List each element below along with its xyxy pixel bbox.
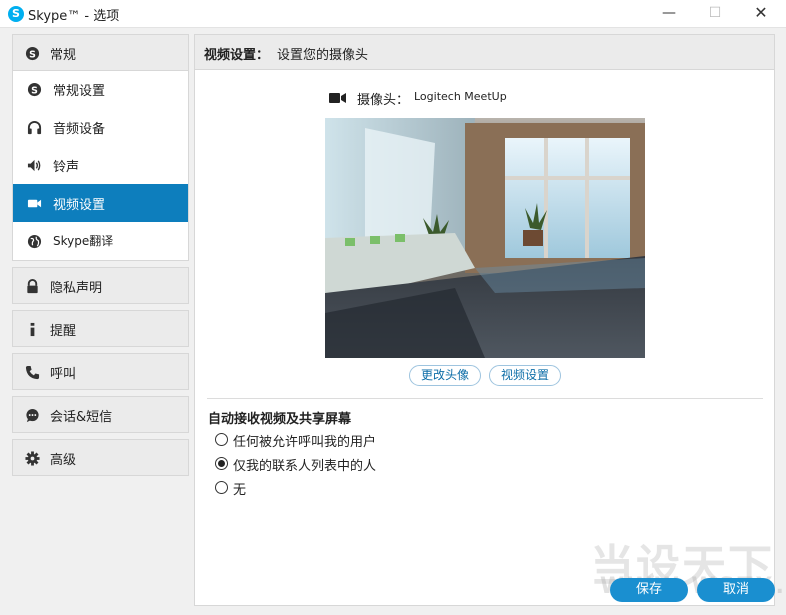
panel-header-subtitle: 设置您的摄像头	[277, 48, 369, 63]
radio-selected-dot	[218, 460, 225, 467]
skype-logo-icon: S	[8, 6, 24, 22]
sidebar: S 常规 S 常规设置 音频设备 铃声 视频设置 Skype翻译 隐私声明 提醒	[12, 34, 189, 482]
camera-label: 摄像头：	[357, 93, 410, 108]
radio-button[interactable]	[215, 433, 228, 446]
camera-select[interactable]: Logitech MeetUp	[414, 90, 507, 103]
sidebar-section-label: 高级	[50, 453, 77, 468]
close-button[interactable]: ✕	[739, 2, 783, 24]
sidebar-section-general[interactable]: S 常规	[12, 34, 189, 71]
sidebar-section-privacy[interactable]: 隐私声明	[12, 267, 189, 304]
skype-icon: S	[25, 46, 40, 60]
sidebar-section-notifications[interactable]: 提醒	[12, 310, 189, 347]
info-icon	[30, 322, 35, 337]
chat-icon	[26, 408, 39, 423]
sidebar-section-label: 呼叫	[50, 367, 77, 382]
sidebar-item-skype-translator[interactable]: Skype翻译	[13, 222, 188, 260]
minimize-button[interactable]: —	[647, 2, 691, 24]
sidebar-section-advanced[interactable]: 高级	[12, 439, 189, 476]
sidebar-item-label: 音频设备	[53, 122, 106, 137]
sidebar-item-ringtones[interactable]: 铃声	[13, 146, 188, 184]
camera-preview	[325, 118, 645, 358]
radio-label: 无	[233, 483, 247, 498]
sidebar-section-label: 会话&短信	[50, 410, 113, 425]
gear-icon	[25, 451, 40, 466]
panel-header: 视频设置： 设置您的摄像头	[195, 35, 774, 70]
svg-text:S: S	[29, 49, 36, 60]
auto-receive-title: 自动接收视频及共享屏幕	[208, 412, 352, 427]
sidebar-item-label: Skype翻译	[53, 234, 114, 248]
radio-button[interactable]	[215, 481, 228, 494]
sidebar-section-label: 隐私声明	[50, 281, 103, 296]
sidebar-item-video-settings[interactable]: 视频设置	[13, 184, 188, 222]
radio-label: 任何被允许呼叫我的用户	[233, 435, 377, 450]
sidebar-item-label: 铃声	[53, 160, 80, 175]
globe-icon	[27, 234, 42, 249]
video-settings-button[interactable]: 视频设置	[489, 365, 561, 386]
sidebar-section-calls[interactable]: 呼叫	[12, 353, 189, 390]
lock-icon	[27, 279, 38, 294]
sidebar-item-audio-devices[interactable]: 音频设备	[13, 108, 188, 146]
radio-label: 仅我的联系人列表中的人	[233, 459, 377, 474]
cancel-button[interactable]: 取消	[697, 578, 775, 602]
video-settings-panel: 视频设置： 设置您的摄像头 摄像头： Logitech MeetUp 更改头像 …	[194, 34, 775, 606]
video-camera-icon	[27, 199, 42, 208]
headset-icon	[27, 121, 42, 135]
sidebar-section-im-sms[interactable]: 会话&短信	[12, 396, 189, 433]
save-button[interactable]: 保存	[610, 578, 688, 602]
divider	[207, 398, 763, 399]
radio-button[interactable]	[215, 457, 228, 470]
video-camera-icon	[329, 93, 346, 103]
window-title: Skype™ - 选项	[28, 9, 120, 24]
camera-preview-image	[325, 118, 645, 358]
phone-icon	[25, 365, 40, 380]
svg-text:S: S	[31, 85, 38, 96]
skype-icon: S	[27, 82, 42, 96]
panel-header-title: 视频设置：	[204, 48, 270, 63]
sidebar-item-general-settings[interactable]: S 常规设置	[13, 70, 188, 108]
sidebar-section-label: 提醒	[50, 324, 77, 339]
change-picture-button[interactable]: 更改头像	[409, 365, 481, 386]
speaker-icon	[27, 159, 41, 172]
sidebar-section-label: 常规	[50, 48, 77, 63]
sidebar-item-label: 常规设置	[53, 84, 106, 99]
sidebar-item-label: 视频设置	[53, 198, 106, 213]
maximize-button[interactable]: ☐	[693, 2, 737, 24]
title-bar: S Skype™ - 选项 — ☐ ✕	[0, 0, 786, 28]
general-submenu: S 常规设置 音频设备 铃声 视频设置 Skype翻译	[12, 70, 189, 261]
